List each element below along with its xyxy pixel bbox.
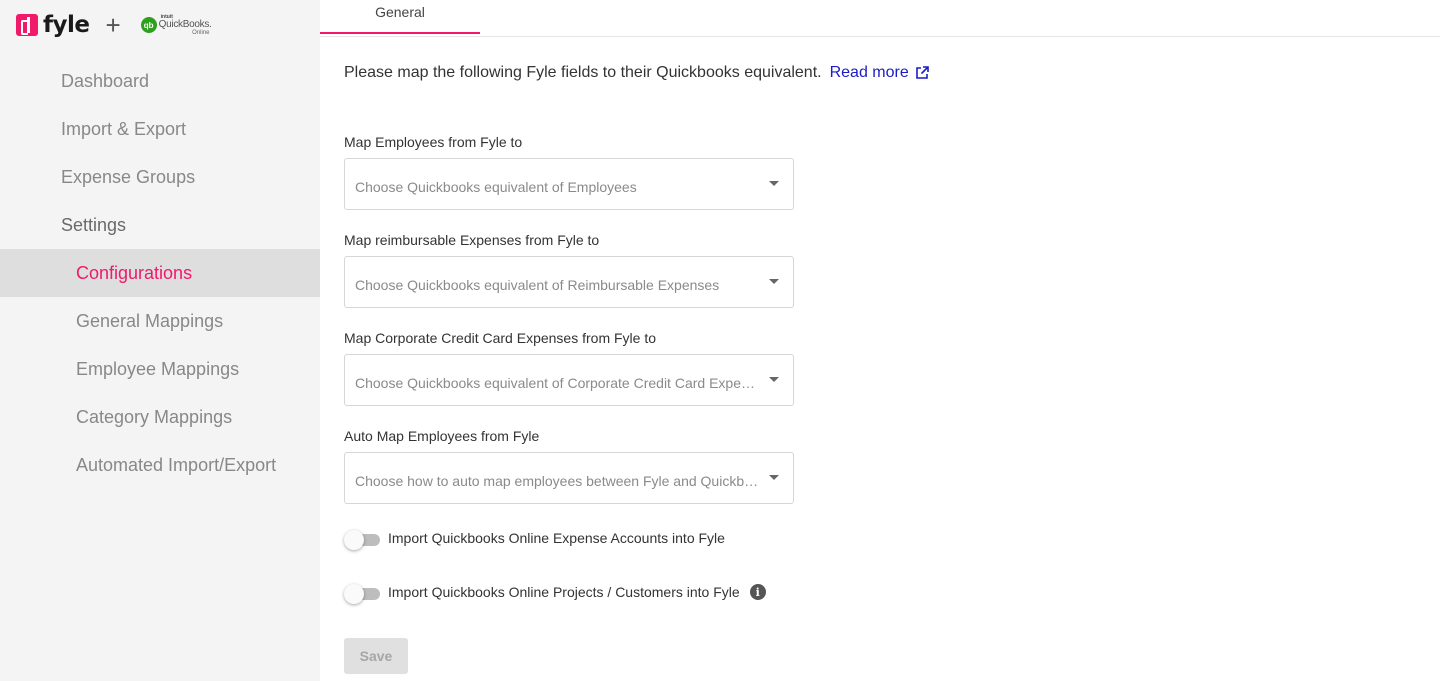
external-link-icon — [915, 66, 929, 79]
caret-down-icon — [769, 377, 779, 382]
employees-select[interactable]: Choose Quickbooks equivalent of Employee… — [344, 158, 794, 210]
quickbooks-icon: qb — [140, 17, 157, 33]
field-label: Map Employees from Fyle to — [344, 134, 523, 150]
fyle-wordmark: fyle — [43, 12, 90, 38]
sidebar: fyle + qb intuit QuickBooks. Online Dash… — [0, 0, 320, 681]
toggle-label: Import Quickbooks Online Projects / Cust… — [388, 584, 740, 600]
nav-item-employee-mappings[interactable]: Employee Mappings — [0, 345, 320, 393]
import-projects-row: Import Quickbooks Online Projects / Cust… — [344, 582, 766, 604]
intro-text: Please map the following Fyle fields to … — [344, 64, 929, 82]
ccc-expenses-field: Map Corporate Credit Card Expenses from … — [344, 330, 794, 406]
nav-item-dashboard[interactable]: Dashboard — [0, 57, 320, 105]
nav-item-automated-import-export[interactable]: Automated Import/Export — [0, 441, 320, 489]
field-label: Map reimbursable Expenses from Fyle to — [344, 232, 600, 248]
tab-bar: General — [320, 0, 1440, 37]
caret-down-icon — [769, 279, 779, 284]
field-label: Map Corporate Credit Card Expenses from … — [344, 330, 657, 346]
import-projects-toggle[interactable] — [344, 582, 380, 604]
ccc-expenses-select[interactable]: Choose Quickbooks equivalent of Corporat… — [344, 354, 794, 406]
caret-down-icon — [769, 181, 779, 186]
qb-online-text: Online — [192, 29, 210, 36]
plus-icon: + — [105, 10, 121, 40]
intro-message: Please map the following Fyle fields to … — [344, 64, 822, 81]
nav-item-settings[interactable]: Settings — [0, 201, 320, 249]
main-content: General Please map the following Fyle fi… — [320, 0, 1440, 681]
toggle-label: Import Quickbooks Online Expense Account… — [388, 530, 725, 546]
nav-item-category-mappings[interactable]: Category Mappings — [0, 393, 320, 441]
nav-item-general-mappings[interactable]: General Mappings — [0, 297, 320, 345]
nav-item-import-export[interactable]: Import & Export — [0, 105, 320, 153]
fyle-logo-icon — [16, 14, 38, 36]
select-placeholder: Choose Quickbooks equivalent of Employee… — [355, 179, 637, 195]
quickbooks-logo: qb intuit QuickBooks. Online — [140, 14, 212, 36]
info-icon[interactable]: i — [749, 584, 766, 600]
read-more-label: Read more — [829, 64, 909, 81]
tab-general[interactable]: General — [320, 0, 480, 34]
auto-map-employees-select[interactable]: Choose how to auto map employees between… — [344, 452, 794, 504]
qb-name-text: QuickBooks. — [158, 18, 212, 30]
import-expense-accounts-toggle[interactable] — [344, 528, 380, 550]
reimbursable-expenses-select[interactable]: Choose Quickbooks equivalent of Reimburs… — [344, 256, 794, 308]
read-more-link[interactable]: Read more — [830, 64, 929, 82]
select-placeholder: Choose how to auto map employees between… — [355, 473, 759, 489]
employees-field: Map Employees from Fyle to Choose Quickb… — [344, 134, 794, 210]
nav-item-configurations[interactable]: Configurations — [0, 249, 320, 297]
save-button[interactable]: Save — [344, 638, 408, 674]
sidebar-nav: Dashboard Import & Export Expense Groups… — [0, 57, 320, 489]
field-label: Auto Map Employees from Fyle — [344, 428, 540, 444]
import-expense-accounts-row: Import Quickbooks Online Expense Account… — [344, 528, 725, 550]
select-placeholder: Choose Quickbooks equivalent of Reimburs… — [355, 277, 720, 293]
auto-map-employees-field: Auto Map Employees from Fyle Choose how … — [344, 428, 794, 504]
caret-down-icon — [769, 475, 779, 480]
nav-item-expense-groups[interactable]: Expense Groups — [0, 153, 320, 201]
reimbursable-expenses-field: Map reimbursable Expenses from Fyle to C… — [344, 232, 794, 308]
select-placeholder: Choose Quickbooks equivalent of Corporat… — [355, 375, 759, 391]
brand-header: fyle + qb intuit QuickBooks. Online — [16, 10, 212, 40]
